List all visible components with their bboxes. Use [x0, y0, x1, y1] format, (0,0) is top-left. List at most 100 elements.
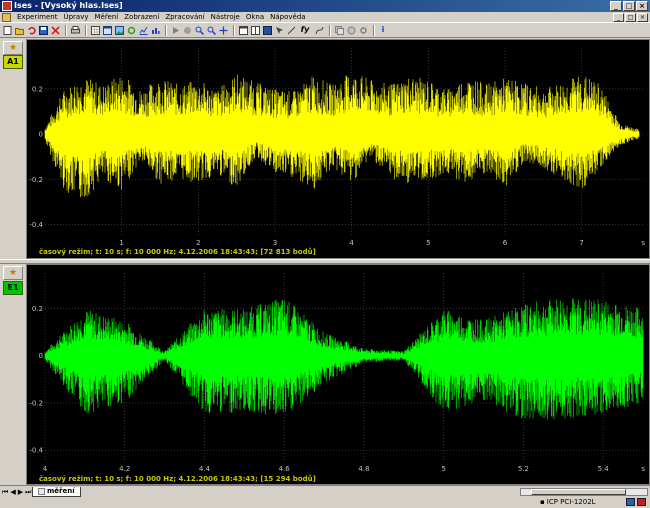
menu-nastroje[interactable]: Nástroje — [208, 13, 243, 21]
menu-upravy[interactable]: Úpravy — [60, 13, 91, 21]
fy-icon[interactable]: fy — [298, 25, 312, 35]
x-tick-label: 5 — [441, 465, 445, 473]
y-tick-label: 0.2 — [32, 85, 43, 93]
toolbar-separator — [373, 24, 375, 36]
move-icon[interactable] — [218, 25, 228, 35]
cursor-icon[interactable] — [274, 25, 284, 35]
menu-zpracovani[interactable]: Zpracování — [162, 13, 207, 21]
waveform-chart-e1[interactable]: 4 4.2 4.4 4.6 4.8 5 5.2 5.4 0.2 0 -0.2 -0.4 s — [27, 265, 649, 484]
waveform-series — [44, 74, 640, 198]
maximize-button[interactable]: □ — [623, 1, 635, 11]
y-tick-label: -0.4 — [29, 221, 43, 229]
window2-icon[interactable] — [250, 25, 260, 35]
next-sheet-icon[interactable]: ▶ — [18, 488, 23, 497]
chart2-icon[interactable] — [150, 25, 160, 35]
scrollbar-thumb[interactable] — [531, 489, 626, 495]
device-icon: ▪ — [540, 498, 545, 506]
x-tick-label: 2 — [196, 239, 200, 247]
sheet-tab-mereni[interactable]: měření — [32, 487, 81, 497]
play-icon[interactable] — [170, 25, 180, 35]
y-tick-label: 0 — [39, 352, 43, 360]
toolbar-separator — [329, 24, 331, 36]
refresh-icon[interactable] — [126, 25, 136, 35]
menu-napoveda[interactable]: Nápověda — [267, 13, 308, 21]
x-tick-label: 4.8 — [358, 465, 369, 473]
mdi-restore-button[interactable]: □ — [625, 13, 636, 22]
x-tick-label: 4.4 — [199, 465, 211, 473]
channel-star-icon[interactable]: ★ — [3, 266, 23, 280]
horizontal-scrollbar[interactable] — [520, 488, 648, 496]
waveform-chart-a1[interactable]: 1 2 3 4 5 6 7 0.2 0 -0.2 -0.4 s — [27, 40, 649, 258]
sheet-nav: ⏮ ◀ ▶ ⏭ — [2, 488, 31, 497]
measure-icon[interactable] — [286, 25, 296, 35]
new-icon[interactable] — [2, 25, 12, 35]
y-tick-label: 0 — [39, 131, 43, 139]
y-tick-label: -0.2 — [29, 176, 43, 184]
alert-icon[interactable] — [637, 498, 646, 506]
function-icon[interactable] — [314, 25, 324, 35]
grid-icon[interactable] — [90, 25, 100, 35]
x-tick-label: 6 — [503, 239, 508, 247]
toolbar-separator — [165, 24, 167, 36]
copy-icon[interactable] — [334, 25, 344, 35]
y-tick-label: -0.4 — [29, 447, 43, 455]
x-tick-label: 4 — [43, 465, 48, 473]
delete-icon[interactable] — [50, 25, 60, 35]
save-icon[interactable] — [38, 25, 48, 35]
screenshot-icon[interactable] — [262, 25, 272, 35]
info-icon[interactable]: i — [378, 25, 388, 35]
chart-panel-e1[interactable]: 4 4.2 4.4 4.6 4.8 5 5.2 5.4 0.2 0 -0.2 -0.4 s časový… — [26, 264, 650, 485]
x-tick-label: 7 — [579, 239, 583, 247]
y-tick-label: 0.2 — [32, 305, 43, 313]
menu-experiment[interactable]: Experiment — [14, 13, 60, 21]
menu-mereni[interactable]: Měření — [91, 13, 121, 21]
table-icon[interactable] — [102, 25, 112, 35]
minimize-button[interactable]: _ — [610, 1, 622, 11]
x-tick-label: 4.6 — [279, 465, 291, 473]
x-tick-label: 4.2 — [119, 465, 130, 473]
channel-strip-2: ★ E1 — [0, 264, 26, 485]
chart-icon[interactable] — [138, 25, 148, 35]
x-tick-label: 5.4 — [598, 465, 610, 473]
sheet-icon — [38, 488, 45, 495]
menu-zobrazeni[interactable]: Zobrazení — [121, 13, 162, 21]
channel-badge[interactable]: A1 — [3, 55, 23, 69]
x-tick-label: 1 — [119, 239, 123, 247]
x-tick-label: 4 — [349, 239, 354, 247]
toolbar-separator — [65, 24, 67, 36]
print-icon[interactable] — [70, 25, 80, 35]
x-tick-label: 3 — [273, 239, 277, 247]
channel-badge[interactable]: E1 — [3, 281, 23, 295]
last-sheet-icon[interactable]: ⏭ — [25, 488, 31, 497]
document-icon[interactable] — [2, 12, 11, 22]
window-title: Ises - [Vysoký hlas.Ises] — [14, 1, 123, 10]
device-status: ▪ ICP PCI-1202L — [540, 498, 596, 506]
waveform-series — [44, 298, 644, 420]
open-icon[interactable] — [14, 25, 24, 35]
channel-star-icon[interactable]: ★ — [3, 41, 23, 55]
disk-icon[interactable] — [626, 498, 635, 506]
chart-caption: časový režim; t: 10 s; f: 10 000 Hz; 4.1… — [39, 475, 316, 483]
x-tick-label: 5.2 — [518, 465, 529, 473]
chart-panel-a1[interactable]: 1 2 3 4 5 6 7 0.2 0 -0.2 -0.4 s časový režim; t: 10… — [26, 39, 650, 259]
window-icon[interactable] — [238, 25, 248, 35]
toolbar: fy i — [0, 23, 650, 38]
app-icon[interactable] — [2, 1, 12, 11]
stop-icon[interactable] — [182, 25, 192, 35]
zoom-in-icon[interactable] — [194, 25, 204, 35]
prev-sheet-icon[interactable]: ◀ — [10, 488, 15, 497]
zoom-out-icon[interactable] — [206, 25, 216, 35]
mdi-minimize-button[interactable]: _ — [613, 13, 624, 22]
status-icons — [626, 498, 646, 506]
undo-icon[interactable] — [26, 25, 36, 35]
image-icon[interactable] — [114, 25, 124, 35]
first-sheet-icon[interactable]: ⏮ — [2, 488, 8, 497]
close-button[interactable]: × — [636, 1, 648, 11]
mdi-close-button[interactable]: × — [637, 13, 648, 22]
toolbar-separator — [233, 24, 235, 36]
y-tick-label: -0.2 — [29, 399, 43, 407]
x-axis-label: s — [641, 465, 645, 473]
settings-icon[interactable] — [358, 25, 368, 35]
record-icon[interactable] — [346, 25, 356, 35]
menu-okna[interactable]: Okna — [243, 13, 267, 21]
